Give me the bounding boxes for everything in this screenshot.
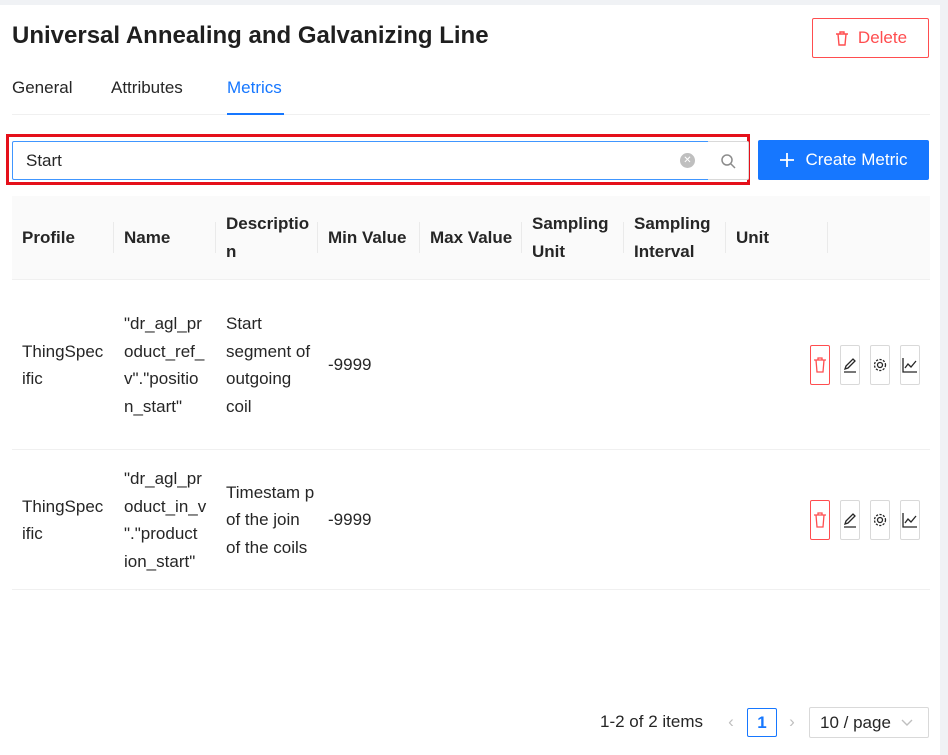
cell-max-value: [420, 280, 521, 450]
cell-profile: ThingSpec ific: [22, 496, 104, 544]
column-header-min-value: Min Value: [328, 228, 407, 247]
edit-row-button[interactable]: [840, 500, 860, 540]
tab-general[interactable]: General: [12, 78, 72, 98]
column-header-sampling-unit: Sampling Unit: [532, 214, 609, 261]
cell-description: Timestam p of the join of the coils: [226, 482, 315, 557]
column-header-name: Name: [124, 228, 171, 247]
chevron-down-icon: [901, 719, 913, 726]
table-header: Profile Name Descriptio n Min Value Max …: [12, 196, 930, 280]
metrics-table: Profile Name Descriptio n Min Value Max …: [12, 196, 930, 590]
delete-button[interactable]: Delete: [812, 18, 929, 58]
chart-row-button[interactable]: [900, 500, 920, 540]
search-icon: [721, 153, 736, 169]
column-header-sampling-interval: Sampling Interval: [634, 214, 711, 261]
cell-sampling-unit: [522, 280, 623, 450]
chevron-right-icon[interactable]: ›: [782, 712, 802, 734]
cell-min-value: -9999: [328, 510, 372, 530]
column-header-description: Descriptio n: [226, 214, 310, 261]
edit-icon: [843, 358, 856, 373]
row-actions: [810, 345, 920, 385]
gear-icon: [873, 358, 887, 372]
column-header-profile: Profile: [22, 228, 75, 247]
cell-description: Start segment of outgoing coil: [226, 314, 311, 416]
trash-icon: [835, 30, 848, 46]
active-tab-indicator: [227, 113, 284, 115]
delete-row-button[interactable]: [810, 500, 830, 540]
page-size-select[interactable]: 10 / page: [809, 707, 929, 738]
page-title: Universal Annealing and Galvanizing Line: [12, 22, 489, 49]
create-metric-button[interactable]: Create Metric: [758, 140, 929, 180]
create-metric-label: Create Metric: [805, 150, 908, 169]
plus-icon: [780, 153, 795, 167]
cell-sampling-interval: [624, 450, 725, 590]
column-header-max-value: Max Value: [430, 228, 513, 247]
cell-sampling-interval: [624, 280, 725, 450]
delete-button-label: Delete: [857, 28, 908, 47]
settings-row-button[interactable]: [870, 345, 890, 385]
tab-attributes[interactable]: Attributes: [111, 78, 183, 98]
cell-name: "dr_agl_pr oduct_ref_ v"."positio n_star…: [124, 314, 205, 416]
chevron-left-icon[interactable]: ‹: [721, 712, 741, 734]
cell-max-value: [420, 450, 521, 590]
table-row: ThingSpec ific "dr_agl_pr oduct_ref_ v".…: [12, 280, 930, 450]
gear-icon: [873, 513, 887, 527]
column-divider: [827, 222, 828, 253]
pagination-total: 1-2 of 2 items: [600, 712, 703, 731]
search-field: ✕: [12, 141, 709, 180]
search-button[interactable]: [708, 141, 749, 180]
tab-metrics[interactable]: Metrics: [227, 78, 282, 98]
trash-icon: [814, 357, 826, 373]
page-size-value: 10 / page: [820, 712, 891, 732]
search-input[interactable]: [13, 142, 673, 179]
edit-icon: [843, 513, 856, 528]
tab-bar: General Attributes Metrics: [12, 72, 930, 115]
table-row: ThingSpec ific "dr_agl_pr oduct_in_v "."…: [12, 450, 930, 590]
column-header-unit: Unit: [736, 228, 770, 247]
line-chart-icon: [902, 513, 917, 528]
pagination-page-1[interactable]: 1: [747, 708, 777, 737]
cell-min-value: -9999: [328, 355, 372, 375]
cell-profile: ThingSpec ific: [22, 341, 104, 389]
cell-name: "dr_agl_pr oduct_in_v "."product ion_sta…: [124, 469, 207, 571]
chart-row-button[interactable]: [900, 345, 920, 385]
settings-row-button[interactable]: [870, 500, 890, 540]
clear-icon[interactable]: ✕: [680, 153, 695, 168]
line-chart-icon: [902, 358, 917, 373]
delete-row-button[interactable]: [810, 345, 830, 385]
cell-sampling-unit: [522, 450, 623, 590]
trash-icon: [814, 512, 826, 528]
row-actions: [810, 500, 920, 540]
edit-row-button[interactable]: [840, 345, 860, 385]
